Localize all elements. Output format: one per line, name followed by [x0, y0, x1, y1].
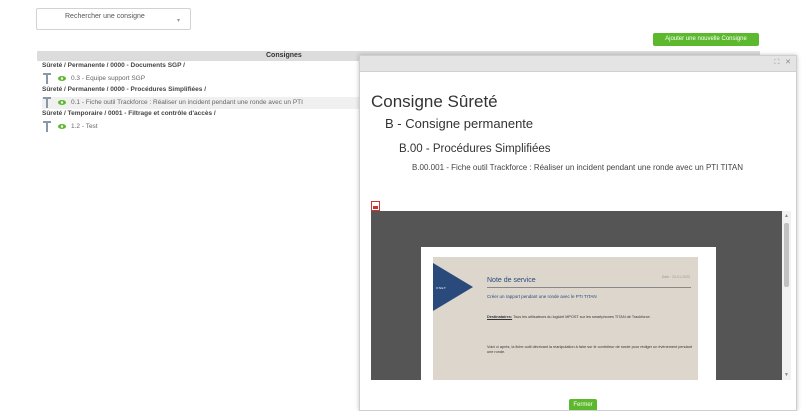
- viewer-scrollbar[interactable]: ▲ ▼: [782, 211, 791, 380]
- group-header: Sûreté / Permanente / 0000 - Procédures …: [42, 86, 207, 93]
- search-placeholder: Rechercher une consigne: [65, 13, 145, 20]
- document-preview: ONET Note de service Date : 23-01-2023 C…: [433, 257, 698, 380]
- scroll-up-icon[interactable]: ▲: [784, 213, 789, 219]
- pushpin-icon[interactable]: [42, 97, 52, 108]
- modal-item-title: B.00.001 - Fiche outil Trackforce : Réal…: [412, 163, 743, 172]
- doc-line-1: Créer un rapport pendant une ronde avec …: [487, 294, 597, 299]
- table-header-title: Consignes: [266, 52, 302, 59]
- close-button[interactable]: Fermer: [569, 399, 597, 410]
- chevron-down-icon: ▾: [176, 18, 180, 24]
- list-item[interactable]: 0.1 - Fiche outil Trackforce : Réaliser …: [42, 97, 360, 109]
- doc-date: Date : 23-01-2023: [661, 275, 690, 279]
- doc-recipients: Destinataires: Tous les utilisateurs du …: [487, 314, 692, 320]
- close-icon[interactable]: ✕: [784, 59, 792, 67]
- doc-divider: [487, 287, 691, 288]
- pushpin-icon[interactable]: [42, 121, 52, 132]
- modal-subtitle: B - Consigne permanente: [385, 116, 534, 131]
- modal-title: Consigne Sûreté: [371, 92, 498, 111]
- doc-title: Note de service: [487, 277, 536, 284]
- group-header: Sûreté / Temporaire / 0001 - Filtrage et…: [42, 110, 216, 117]
- eye-icon[interactable]: [58, 124, 66, 129]
- pushpin-icon[interactable]: [42, 73, 52, 84]
- search-select[interactable]: Rechercher une consigne ▾: [36, 8, 191, 30]
- modal-section: B.00 - Procédures Simplifiées: [399, 143, 551, 155]
- maximize-icon[interactable]: ⛶: [773, 59, 781, 67]
- list-item-label: 1.2 - Test: [71, 123, 98, 130]
- list-item[interactable]: 1.2 - Test: [42, 121, 242, 133]
- pdf-viewer[interactable]: ▲ ▼ ONET Note de service Date : 23-01-20…: [371, 211, 791, 380]
- brand-logo-text: ONET: [436, 286, 447, 290]
- group-header: Sûreté / Permanente / 0000 - Documents S…: [42, 62, 185, 69]
- consigne-modal: ⛶ ✕ Consigne Sûreté B - Consigne permane…: [359, 55, 797, 411]
- pdf-icon[interactable]: [371, 201, 380, 211]
- list-item-label: 0.3 - Equipe support SGP: [71, 75, 146, 82]
- doc-recipients-label: Destinataires:: [487, 315, 513, 319]
- eye-icon[interactable]: [58, 76, 66, 81]
- list-item[interactable]: 0.3 - Equipe support SGP: [42, 73, 242, 85]
- modal-titlebar: ⛶ ✕: [360, 56, 796, 72]
- scroll-down-icon[interactable]: ▼: [784, 372, 789, 378]
- list-item-label: 0.1 - Fiche outil Trackforce : Réaliser …: [71, 99, 303, 106]
- doc-line-3: Voici ci après, la fiche outil décrivant…: [487, 345, 692, 354]
- add-consigne-button[interactable]: Ajouter une nouvelle Consigne: [653, 33, 759, 46]
- scrollbar-thumb[interactable]: [784, 223, 789, 287]
- pdf-page: ONET Note de service Date : 23-01-2023 C…: [421, 247, 716, 380]
- eye-icon[interactable]: [58, 100, 66, 105]
- doc-recipients-text: Tous les utilisateurs du logiciel MPOST …: [512, 315, 651, 319]
